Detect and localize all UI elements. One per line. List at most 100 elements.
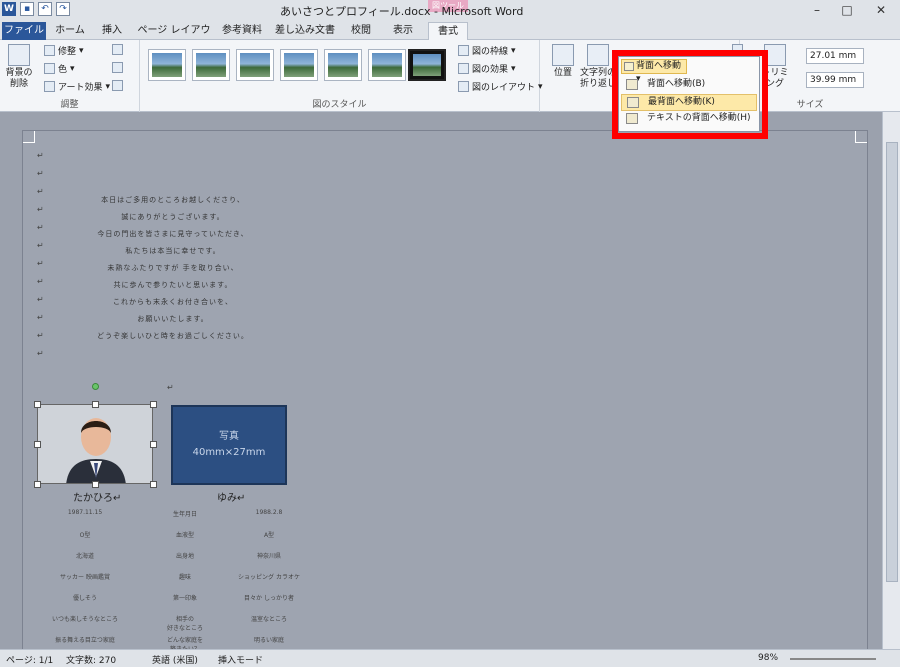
reset-picture-button[interactable]	[112, 80, 123, 91]
group-label-adjust: 調整	[60, 100, 79, 110]
corner-mark	[23, 131, 35, 143]
tab-review[interactable]: 校閲	[346, 22, 376, 40]
save-icon[interactable]: ▪	[20, 2, 34, 16]
resize-handle[interactable]	[34, 401, 41, 408]
maximize-button[interactable]: □	[832, 1, 862, 19]
rotate-handle[interactable]	[92, 383, 99, 390]
profile-cell: 温室なところ	[250, 616, 287, 623]
zoom-slider[interactable]	[790, 658, 876, 660]
color-icon	[44, 63, 55, 74]
word-app-icon[interactable]: W	[2, 2, 16, 16]
person-photo-image	[38, 405, 152, 483]
redo-icon[interactable]: ↷	[56, 2, 70, 16]
position-button[interactable]: 位置	[546, 44, 580, 79]
tab-format[interactable]: 書式	[428, 22, 468, 40]
crop-icon	[764, 44, 786, 66]
profile-cell: 1988.2.8	[255, 509, 283, 516]
crop-button[interactable]: トリミング	[760, 44, 790, 90]
greeting-line: これからも末永くお付き合いを、	[113, 298, 233, 306]
paragraph-mark: ↵	[37, 223, 44, 232]
greeting-line: どうぞ楽しいひと時をお過ごしください。	[97, 332, 249, 340]
paragraph-mark: ↵	[37, 169, 44, 178]
input-mode[interactable]: 挿入モード	[218, 653, 263, 666]
resize-handle[interactable]	[92, 401, 99, 408]
style-thumb[interactable]	[324, 49, 362, 81]
style-thumb[interactable]	[280, 49, 318, 81]
resize-handle[interactable]	[150, 481, 157, 488]
group-adjust: 背景の 削除 修整 ▾ 色 ▾ アート効果 ▾ 調整	[0, 40, 140, 112]
word-count[interactable]: 文字数: 270	[66, 653, 116, 666]
status-bar: ページ: 1/1 文字数: 270 英語 (米国) 挿入モード 98%	[0, 649, 900, 667]
paragraph-mark: ↵	[37, 349, 44, 358]
style-thumb[interactable]	[148, 49, 186, 81]
wrap-text-button[interactable]: 文字列の 折り返し	[580, 44, 616, 90]
placeholder-title: 写真	[219, 431, 239, 442]
menu-send-backward[interactable]: 背面へ移動(B)	[621, 77, 757, 94]
modify-label: 修整	[58, 47, 77, 57]
tab-file[interactable]: ファイル	[2, 22, 46, 40]
resize-handle[interactable]	[92, 481, 99, 488]
profile-cell: O型	[79, 532, 91, 539]
scroll-thumb[interactable]	[886, 142, 898, 582]
compress-button[interactable]	[112, 44, 123, 55]
tab-mailings[interactable]: 差し込み文書	[272, 22, 338, 40]
picture-border-button[interactable]: 図の枠線 ▾	[458, 44, 516, 57]
greeting-line: お願いいたします。	[137, 315, 209, 323]
picture-layout-button[interactable]: 図のレイアウト ▾	[458, 80, 543, 93]
remove-background-button[interactable]: 背景の 削除	[2, 44, 36, 90]
picture-effect-label: 図の効果	[472, 65, 509, 75]
wrap-text-label: 文字列の 折り返し	[580, 68, 617, 89]
change-picture-icon	[112, 62, 123, 73]
height-spinner[interactable]: 27.01 mm	[806, 48, 864, 64]
menu-send-to-back[interactable]: 最背面へ移動(K)	[621, 94, 757, 111]
send-backward-icon	[624, 62, 634, 71]
picture-border-icon	[458, 45, 469, 56]
photo-placeholder-box[interactable]: 写真 40mm×27mm	[171, 405, 287, 485]
page[interactable]: ↵ ↵ ↵ ↵ ↵ ↵ ↵ ↵ ↵ ↵ ↵ ↵ 本日はご多用のところお越しくださ…	[22, 130, 868, 649]
picture-effect-icon	[458, 63, 469, 74]
tab-home[interactable]: ホーム	[52, 22, 88, 40]
quick-access-toolbar: W ▪ ↶ ↷	[2, 2, 70, 16]
title-bar: W ▪ ↶ ↷ 図ツール あいさつとプロフィール.docx - Microsof…	[0, 0, 900, 20]
resize-handle[interactable]	[34, 481, 41, 488]
paragraph-mark: ↵	[37, 331, 44, 340]
change-picture-button[interactable]	[112, 62, 123, 73]
color-button[interactable]: 色 ▾	[44, 62, 75, 75]
width-spinner[interactable]: 39.99 mm	[806, 72, 864, 88]
send-backward-menu: 背面へ移動 ▾ 背面へ移動(B) 最背面へ移動(K) テキストの背面へ移動(H)	[618, 56, 760, 132]
profile-photo[interactable]	[37, 404, 153, 484]
language[interactable]: 英語 (米国)	[152, 653, 198, 666]
picture-effect-button[interactable]: 図の効果 ▾	[458, 62, 516, 75]
zoom-level[interactable]: 98%	[758, 653, 778, 663]
art-effect-button[interactable]: アート効果 ▾	[44, 80, 110, 93]
undo-icon[interactable]: ↶	[38, 2, 52, 16]
minimize-button[interactable]: –	[802, 1, 832, 19]
paragraph-mark: ↵	[37, 313, 44, 322]
menu-send-behind-text[interactable]: テキストの背面へ移動(H)	[621, 111, 757, 128]
profile-cell: 北海道	[75, 553, 94, 560]
close-button[interactable]: ✕	[866, 1, 896, 19]
page-count[interactable]: ページ: 1/1	[6, 653, 53, 666]
group-label-picture-styles: 図のスタイル	[312, 100, 367, 110]
resize-handle[interactable]	[150, 401, 157, 408]
tab-page-layout[interactable]: ページ レイアウト	[136, 22, 212, 53]
style-thumb[interactable]	[192, 49, 230, 81]
art-effect-label: アート効果	[58, 83, 103, 93]
window-title: あいさつとプロフィール.docx - Microsoft Word	[280, 5, 524, 18]
group-label-size: サイズ	[796, 100, 824, 110]
tab-insert[interactable]: 挿入	[96, 22, 128, 40]
style-thumb[interactable]	[236, 49, 274, 81]
style-thumb-selected[interactable]	[408, 49, 446, 81]
paragraph-mark: ↵	[37, 187, 44, 196]
send-backward-split-button[interactable]: 背面へ移動 ▾	[621, 59, 687, 84]
tab-references[interactable]: 参考資料	[218, 22, 266, 40]
modify-button[interactable]: 修整 ▾	[44, 44, 84, 57]
color-label: 色	[58, 65, 68, 75]
tab-view[interactable]: 表示	[388, 22, 418, 40]
style-thumb[interactable]	[368, 49, 406, 81]
menu-item-label: 最背面へ移動(K)	[648, 97, 715, 107]
vertical-scrollbar[interactable]	[882, 112, 900, 649]
resize-handle[interactable]	[150, 441, 157, 448]
resize-handle[interactable]	[34, 441, 41, 448]
paragraph-mark: ↵	[37, 151, 44, 160]
